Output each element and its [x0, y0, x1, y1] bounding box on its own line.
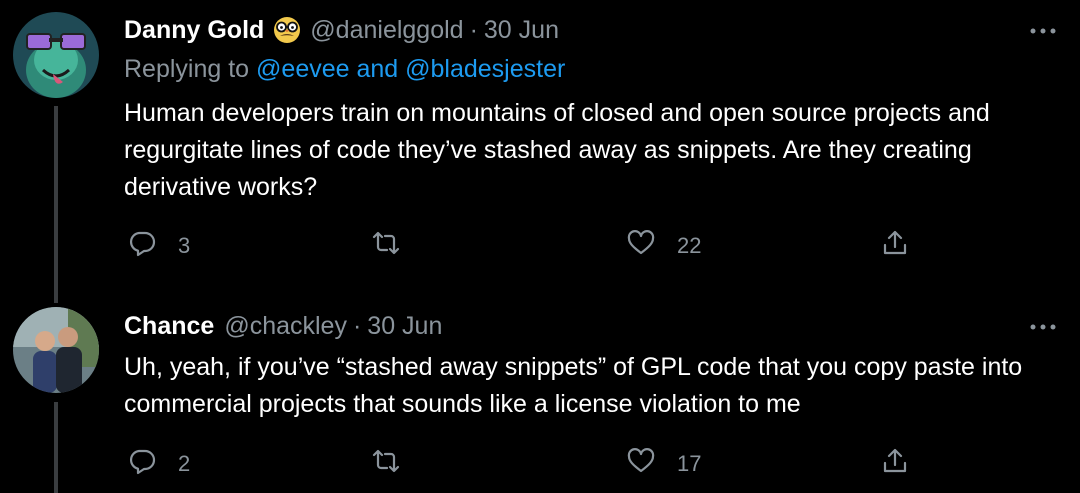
retweet-button[interactable]: [372, 444, 422, 484]
tweet-header: Chance @chackley · 30 Jun: [124, 308, 442, 344]
replying-to: Replying to @eevee and @bladesjester: [124, 55, 565, 84]
reply-button[interactable]: 3: [128, 226, 190, 266]
replying-mentions-link[interactable]: @eevee and @bladesjester: [256, 55, 565, 83]
thread-line: [54, 402, 58, 493]
reply-count: 3: [178, 233, 191, 258]
handle[interactable]: @danielggold: [310, 16, 463, 45]
disguise-face-icon: [272, 15, 302, 45]
avatar[interactable]: [13, 12, 99, 98]
reply-icon: [128, 229, 156, 263]
separator: ·: [469, 15, 478, 44]
thread-line: [54, 106, 58, 292]
replying-prefix: Replying to: [124, 55, 257, 83]
like-button[interactable]: 22: [627, 226, 701, 266]
retweet-button[interactable]: [372, 226, 422, 266]
like-button[interactable]: 17: [627, 444, 701, 484]
share-icon: [881, 447, 909, 481]
tweet-actions: 2 17: [124, 444, 1024, 484]
handle[interactable]: @chackley: [224, 312, 347, 341]
like-count: 22: [677, 233, 702, 258]
tweet[interactable]: Chance @chackley · 30 Jun Uh, yeah, if y…: [0, 292, 1080, 493]
retweet-icon: [372, 447, 400, 481]
tweet-date[interactable]: 30 Jun: [484, 16, 559, 45]
reply-count: 2: [178, 451, 191, 476]
tweet-header: Danny Gold @danielggold · 30 Jun: [124, 12, 559, 48]
thread-line: [54, 292, 58, 303]
reply-button[interactable]: 2: [128, 444, 190, 484]
share-icon: [881, 229, 909, 263]
tweet-actions: 3 22: [124, 226, 1024, 266]
tweet-text: Human developers train on mountains of c…: [124, 99, 990, 201]
share-button[interactable]: [881, 444, 909, 484]
tweet-date[interactable]: 30 Jun: [367, 312, 442, 341]
share-button[interactable]: [881, 226, 909, 266]
display-name[interactable]: Chance: [124, 312, 214, 341]
like-count: 17: [677, 451, 702, 476]
more-options-icon[interactable]: [1028, 24, 1058, 38]
tweet-text: Uh, yeah, if you’ve “stashed away snippe…: [124, 353, 1023, 418]
retweet-icon: [372, 229, 400, 263]
tweet[interactable]: Danny Gold @danielggold · 30 Jun Replyin…: [0, 0, 1080, 292]
heart-icon: [627, 447, 655, 481]
separator: ·: [352, 311, 362, 340]
display-name[interactable]: Danny Gold: [124, 16, 264, 45]
reply-icon: [128, 447, 156, 481]
more-options-icon[interactable]: [1028, 320, 1058, 334]
avatar[interactable]: [13, 307, 99, 393]
heart-icon: [627, 229, 655, 263]
